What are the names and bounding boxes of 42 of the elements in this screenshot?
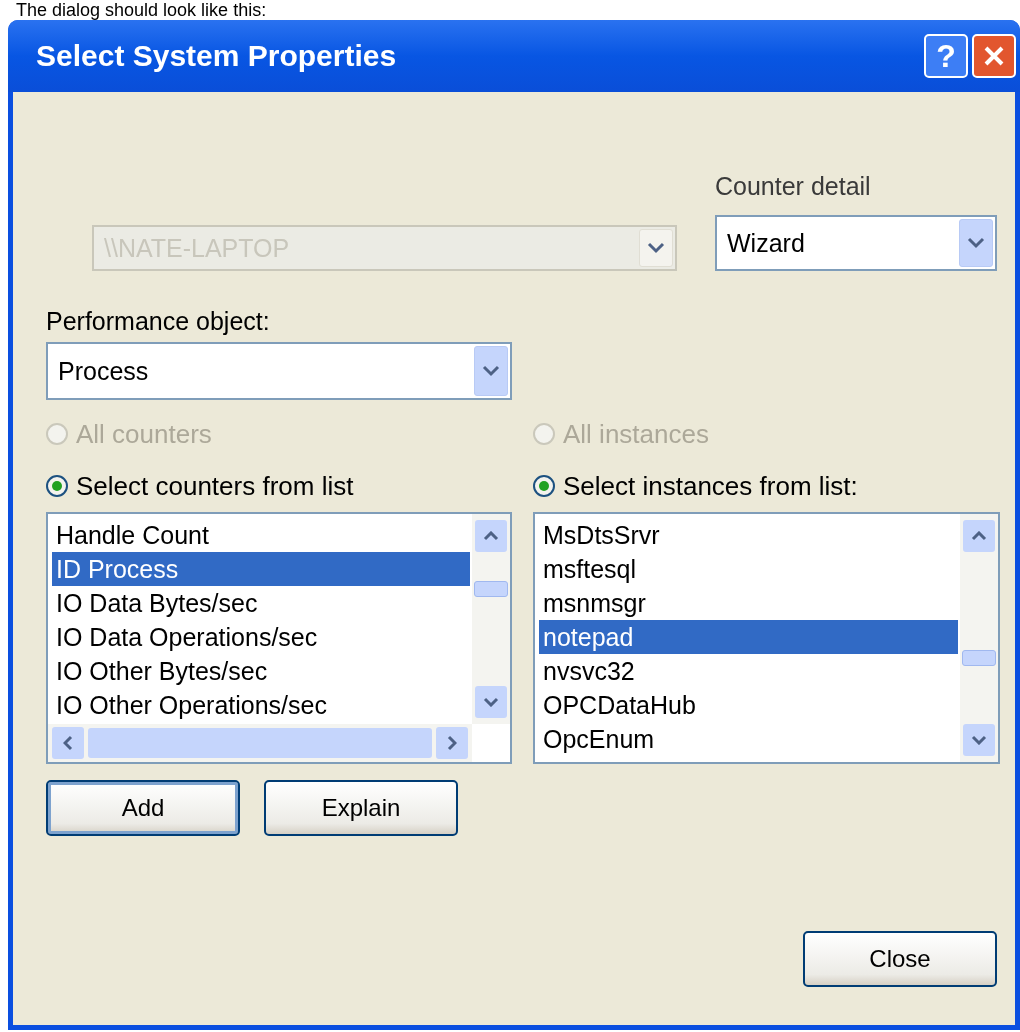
list-item[interactable]: nvsvc32 <box>539 654 958 688</box>
caret-icon <box>482 365 500 377</box>
scroll-right-icon[interactable] <box>447 735 457 751</box>
list-item[interactable]: IO Other Operations/sec <box>52 688 470 722</box>
scroll-thumb[interactable] <box>88 728 432 758</box>
caret-icon <box>967 237 985 249</box>
list-item[interactable]: OPCDataHub <box>539 688 958 722</box>
close-button[interactable] <box>972 34 1016 78</box>
help-button[interactable]: ? <box>924 34 968 78</box>
scroll-thumb[interactable] <box>474 581 508 597</box>
radio-button[interactable]: Select counters from list <box>46 466 512 506</box>
scroll-down-icon[interactable] <box>971 735 987 745</box>
scroll-left-icon[interactable] <box>63 735 73 751</box>
vertical-scrollbar[interactable] <box>960 514 998 762</box>
field-label: Counter detail <box>715 172 872 201</box>
close-dialog-button[interactable]: Close <box>803 931 997 987</box>
scroll-thumb[interactable] <box>962 650 996 666</box>
list-item[interactable]: notepad <box>539 620 958 654</box>
list-item[interactable]: ID Process <box>52 552 470 586</box>
performance-object-combo-box[interactable]: Process <box>46 342 512 400</box>
caption-text: The dialog should look like this: <box>16 0 267 20</box>
dialog-button[interactable]: Add <box>46 780 240 836</box>
vertical-scrollbar[interactable] <box>472 514 510 724</box>
field-label: Performance object: <box>46 307 271 336</box>
list-item[interactable]: msftesql <box>539 552 958 586</box>
list-item[interactable]: MsDtsSrvr <box>539 518 958 552</box>
close-icon <box>982 44 1006 68</box>
scroll-up-icon[interactable] <box>971 531 987 541</box>
caret-icon <box>647 242 665 254</box>
list-item[interactable]: Handle Count <box>52 518 470 552</box>
counter-detail-combo-box[interactable]: Wizard <box>715 215 997 271</box>
dialog-button[interactable]: Explain <box>264 780 458 836</box>
scroll-up-icon[interactable] <box>483 531 499 541</box>
list-item[interactable]: IO Data Bytes/sec <box>52 586 470 620</box>
list-item[interactable]: msnmsgr <box>539 586 958 620</box>
window-title: Select System Properties <box>36 39 398 73</box>
list-item[interactable]: IO Data Operations/sec <box>52 620 470 654</box>
scroll-down-icon[interactable] <box>483 697 499 707</box>
radio-button[interactable]: Select instances from list: <box>533 466 1000 506</box>
horizontal-scrollbar[interactable] <box>48 724 472 762</box>
list-item[interactable]: OpcEnum <box>539 722 958 756</box>
list-item[interactable]: IO Other Bytes/sec <box>52 654 470 688</box>
